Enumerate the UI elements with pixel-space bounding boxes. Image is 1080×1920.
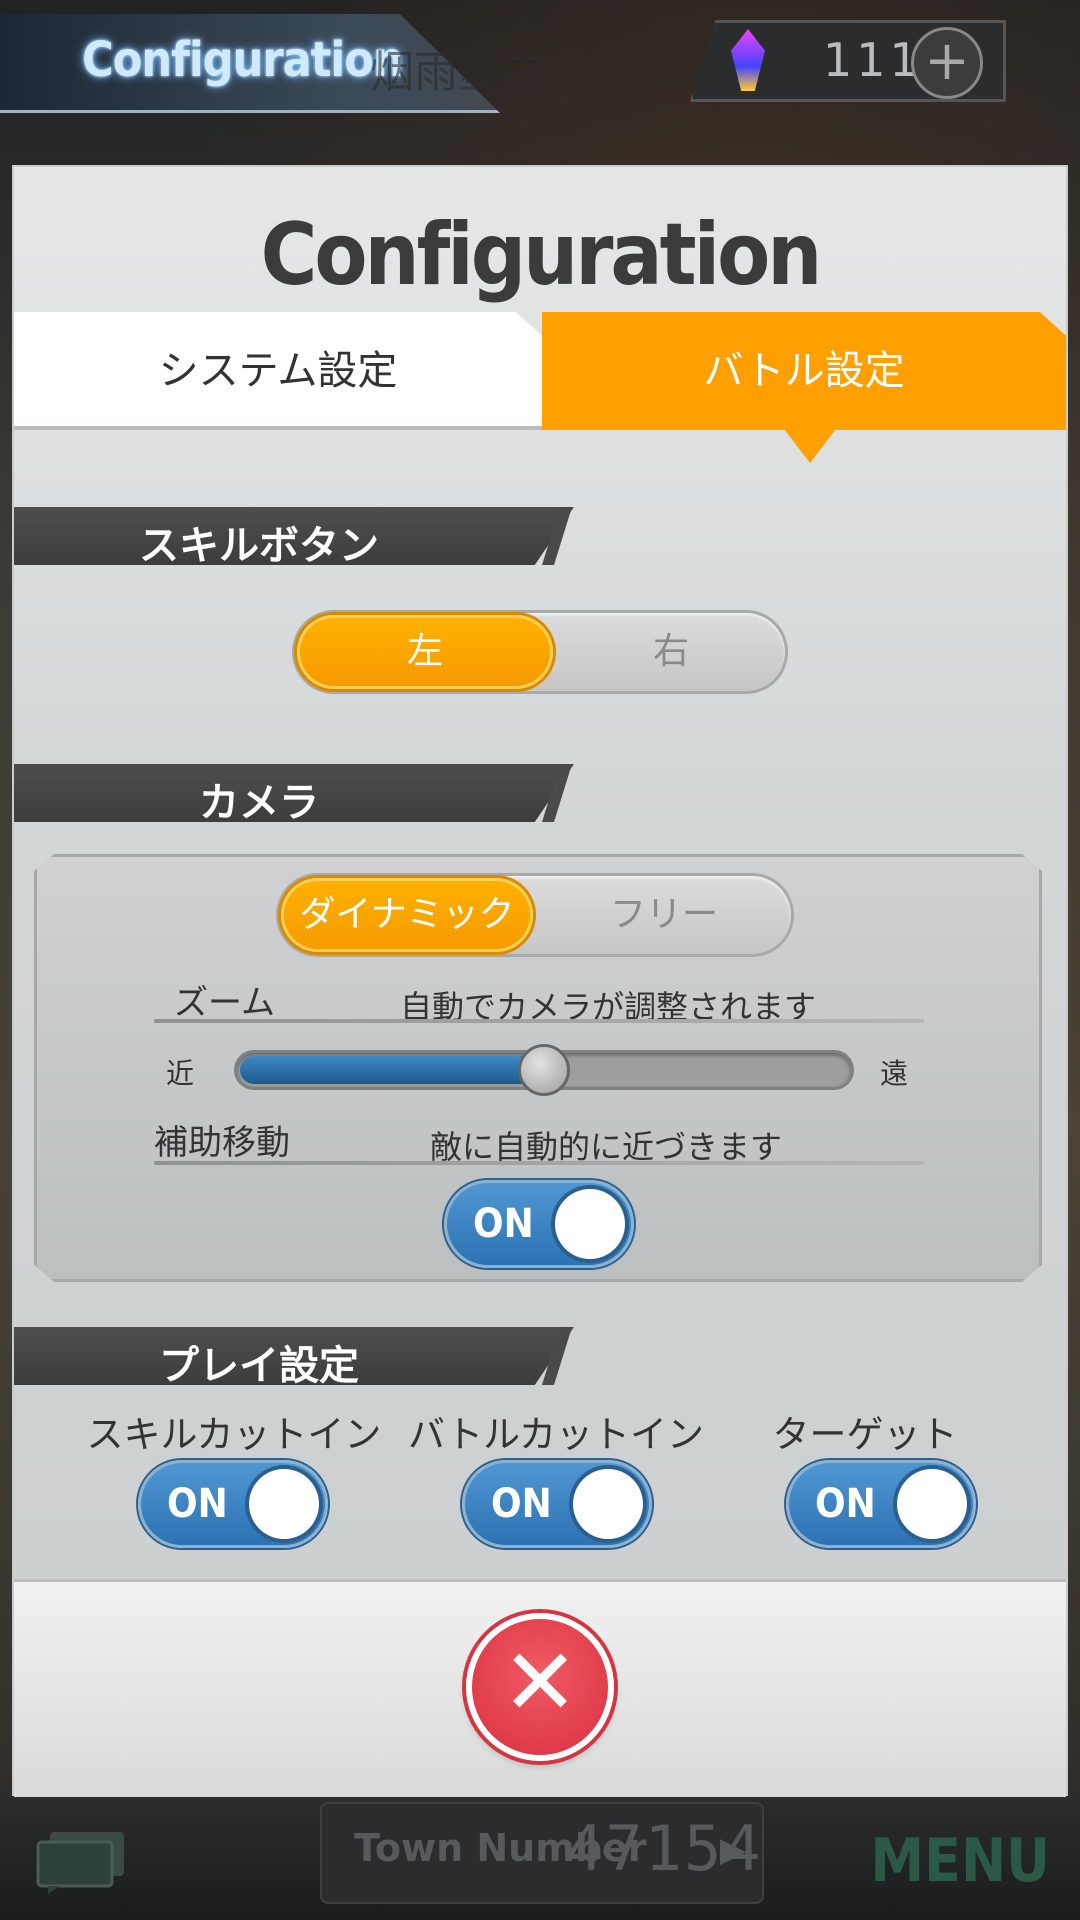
player-name: 烟雨墨白 (370, 47, 546, 98)
currency-display: 111 + (690, 20, 1006, 102)
switch-state-label: ON (815, 1481, 876, 1527)
top-header: Configuration 烟雨墨白 111 + (0, 0, 1080, 135)
switch-knob (555, 1189, 625, 1259)
assist-move-label: 補助移動 (154, 1123, 290, 1163)
section-title: プレイ設定 (159, 1343, 359, 1389)
tab-battle-settings[interactable]: バトル設定 (542, 312, 1066, 430)
chat-icon[interactable] (36, 1830, 128, 1894)
zoom-label: ズーム (174, 983, 275, 1023)
skill-cutin-switch[interactable]: ON (138, 1460, 328, 1548)
zoom-slider-handle[interactable] (518, 1044, 570, 1096)
dialog-title: Configuration (260, 205, 823, 305)
camera-mode-toggle: ダイナミック フリー (276, 873, 794, 957)
camera-mode-dynamic-option[interactable]: ダイナミック (281, 878, 533, 952)
skill-button-side-toggle: 左 右 (292, 610, 788, 694)
battle-cutin-label: バトルカットイン (408, 1413, 704, 1456)
switch-knob (573, 1469, 643, 1539)
close-button[interactable]: ✕ (466, 1613, 614, 1761)
town-number-display[interactable]: Town Number 47154 ▶ (320, 1802, 764, 1904)
assist-row-divider (154, 1161, 924, 1165)
active-tab-pointer (784, 429, 836, 463)
zoom-row-divider (154, 1019, 924, 1023)
target-switch[interactable]: ON (786, 1460, 976, 1548)
switch-state-label: ON (491, 1481, 552, 1527)
configuration-dialog: Configuration システム設定 バトル設定 スキルボタン 左 右 カメ… (14, 167, 1066, 1797)
camera-mode-free-option[interactable]: フリー (537, 876, 791, 954)
section-header-skill-button: スキルボタン (14, 507, 574, 565)
zoom-far-label: 遠 (880, 1057, 909, 1090)
switch-knob (249, 1469, 319, 1539)
section-header-camera: カメラ (14, 764, 574, 822)
section-title: カメラ (199, 780, 319, 826)
section-title: スキルボタン (139, 523, 379, 569)
close-icon: ✕ (501, 1629, 579, 1736)
add-currency-button[interactable]: + (911, 27, 983, 99)
switch-knob (897, 1469, 967, 1539)
zoom-near-label: 近 (166, 1057, 195, 1090)
play-arrow-icon: ▶ (719, 1830, 746, 1870)
screen-title: Configuration (82, 32, 404, 88)
zoom-slider-fill (240, 1056, 547, 1084)
bottom-bar: Town Number 47154 ▶ MENU (0, 1790, 1080, 1920)
assist-move-switch[interactable]: ON (444, 1180, 634, 1268)
gem-icon (731, 29, 765, 91)
tab-system-settings[interactable]: システム設定 (14, 312, 542, 430)
skill-button-left-option[interactable]: 左 (297, 615, 553, 689)
target-label: ターゲット (772, 1413, 958, 1456)
battle-cutin-switch[interactable]: ON (462, 1460, 652, 1548)
section-header-play-settings: プレイ設定 (14, 1327, 574, 1385)
skill-button-right-option[interactable]: 右 (557, 613, 785, 691)
currency-count: 111 (823, 33, 923, 87)
switch-state-label: ON (473, 1201, 534, 1247)
menu-button[interactable]: MENU (870, 1826, 1050, 1896)
skill-cutin-label: スキルカットイン (86, 1413, 382, 1456)
switch-state-label: ON (167, 1481, 228, 1527)
